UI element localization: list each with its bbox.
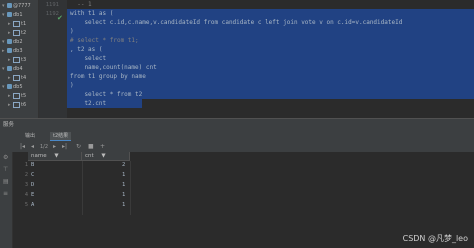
column-filter-icon[interactable]: ▼ <box>101 153 105 159</box>
table-icon <box>13 92 20 99</box>
tree-item[interactable]: ▸ t3 <box>0 56 38 65</box>
table-icon <box>13 56 20 63</box>
code-line[interactable]: t2.cnt <box>70 99 106 108</box>
tree-item[interactable]: ▾ db1 <box>0 11 38 20</box>
table-icon <box>13 20 20 27</box>
tree-item-label: db1 <box>13 12 23 18</box>
row-number: 3 <box>24 182 28 188</box>
tree-item-label: db2 <box>13 39 23 45</box>
column-header-label: cnt <box>85 153 94 159</box>
cell-name[interactable]: A <box>31 202 34 208</box>
tool-side-strip: ⚙ ⊤ ▤ ≡ <box>0 152 13 248</box>
page-indicator[interactable]: 1/2 <box>40 144 48 150</box>
line-number: 1191 <box>45 2 59 8</box>
tree-item-label: t4 <box>21 75 27 81</box>
tool-window-title: 服务 <box>3 122 15 128</box>
code-line[interactable]: name,count(name) cnt <box>70 63 156 72</box>
cell-name[interactable]: B <box>31 162 34 168</box>
tree-item-label: t1 <box>21 21 27 27</box>
add-row-icon[interactable]: + <box>100 143 105 150</box>
tree-item-label: db5 <box>13 84 23 90</box>
refresh-icon[interactable]: ↻ <box>76 143 81 150</box>
column-header-name[interactable]: name ▼ <box>28 152 82 161</box>
tree-item-label: t2 <box>21 30 27 36</box>
code-line[interactable]: ) <box>70 81 74 90</box>
cell-name[interactable]: E <box>31 192 34 198</box>
row-number: 5 <box>24 202 28 208</box>
database-icon <box>7 3 12 8</box>
column-divider <box>130 161 131 215</box>
column-filter-icon[interactable]: ▼ <box>54 153 58 159</box>
tab-output[interactable]: 输出 <box>22 132 38 140</box>
code-line[interactable]: ) <box>70 27 74 36</box>
tree-item-label: @7777 <box>13 3 31 9</box>
filter-icon[interactable]: ≡ <box>3 190 8 197</box>
cell-cnt[interactable]: 1 <box>122 192 125 198</box>
tree-item-label: t3 <box>21 57 27 63</box>
code-line[interactable]: # select * from t1; <box>70 36 139 45</box>
layout-icon[interactable]: ▤ <box>3 178 9 185</box>
cell-cnt[interactable]: 1 <box>122 202 125 208</box>
column-header-cnt[interactable]: cnt ▼ <box>82 152 130 161</box>
tree-item[interactable]: ▾ db5 <box>0 83 38 92</box>
code-line[interactable]: select * from t2 <box>70 90 142 99</box>
tree-item-label: db4 <box>13 66 23 72</box>
code-line[interactable]: -- 1 <box>70 0 91 9</box>
code-line[interactable]: from t1 group by name <box>70 72 146 81</box>
stop-icon[interactable]: ■ <box>88 143 94 150</box>
cell-name[interactable]: C <box>31 172 34 178</box>
tree-item-label: t6 <box>21 102 27 108</box>
sql-editor[interactable]: -- 1 with t1 as ( select c.id,c.name,v.ca… <box>67 0 474 118</box>
tree-item[interactable]: ▸ db3 <box>0 47 38 56</box>
tree-item-label: t5 <box>21 93 27 99</box>
tree-item[interactable]: ▸ t1 <box>0 20 38 29</box>
watermark: CSDN @凡梦_leo <box>402 234 468 243</box>
first-page-icon[interactable]: |◂ <box>20 143 25 150</box>
pin-icon[interactable]: ⊤ <box>3 166 8 173</box>
database-icon <box>7 84 12 89</box>
table-icon <box>13 29 20 36</box>
tree-item-label: db3 <box>13 48 23 54</box>
cell-cnt[interactable]: 1 <box>122 172 125 178</box>
run-check-icon[interactable]: ✔ <box>57 14 63 22</box>
tab-result-t2[interactable]: t2结果 <box>50 132 72 141</box>
tree-item[interactable]: ▸ t4 <box>0 74 38 83</box>
code-line[interactable]: , t2 as ( <box>70 45 103 54</box>
cell-cnt[interactable]: 1 <box>122 182 125 188</box>
code-line[interactable]: with t1 as ( <box>70 9 113 18</box>
database-icon <box>7 39 12 44</box>
table-icon <box>13 101 20 108</box>
row-number: 1 <box>24 162 28 168</box>
tree-item[interactable]: ▾ db4 <box>0 65 38 74</box>
settings-icon[interactable]: ⚙ <box>3 154 8 161</box>
project-tree: ▾ @7777 ▾ db1 ▸ t1 ▸ t2 ▾ db2 ▸ db3 ▸ t3 ▾ db4 ▸ t4 ▾ db5 ▸ t… <box>0 0 39 118</box>
cell-name[interactable]: D <box>31 182 34 188</box>
code-line[interactable]: select c.id,c.name,v.candidateId from ca… <box>70 18 402 27</box>
tree-item[interactable]: ▾ db2 <box>0 38 38 47</box>
database-icon <box>7 66 12 71</box>
cell-cnt[interactable]: 2 <box>122 162 125 168</box>
result-toolbar <box>0 142 474 152</box>
column-divider <box>82 161 83 215</box>
next-page-icon[interactable]: ▸ <box>53 143 56 150</box>
tree-item[interactable]: ▸ t6 <box>0 101 38 110</box>
row-number: 2 <box>24 172 28 178</box>
database-icon <box>7 12 12 17</box>
last-page-icon[interactable]: ▸| <box>62 143 67 150</box>
tree-item[interactable]: ▾ @7777 <box>0 2 38 11</box>
table-icon <box>13 74 20 81</box>
row-number: 4 <box>24 192 28 198</box>
prev-page-icon[interactable]: ◂ <box>31 143 34 150</box>
code-line[interactable]: select <box>70 54 106 63</box>
line-gutter: 1191 1192 ✔ <box>39 0 67 118</box>
database-icon <box>7 48 12 53</box>
tree-item[interactable]: ▸ t5 <box>0 92 38 101</box>
line-number: 1192 <box>45 11 59 17</box>
column-header-label: name <box>31 153 47 159</box>
tree-item[interactable]: ▸ t2 <box>0 29 38 38</box>
